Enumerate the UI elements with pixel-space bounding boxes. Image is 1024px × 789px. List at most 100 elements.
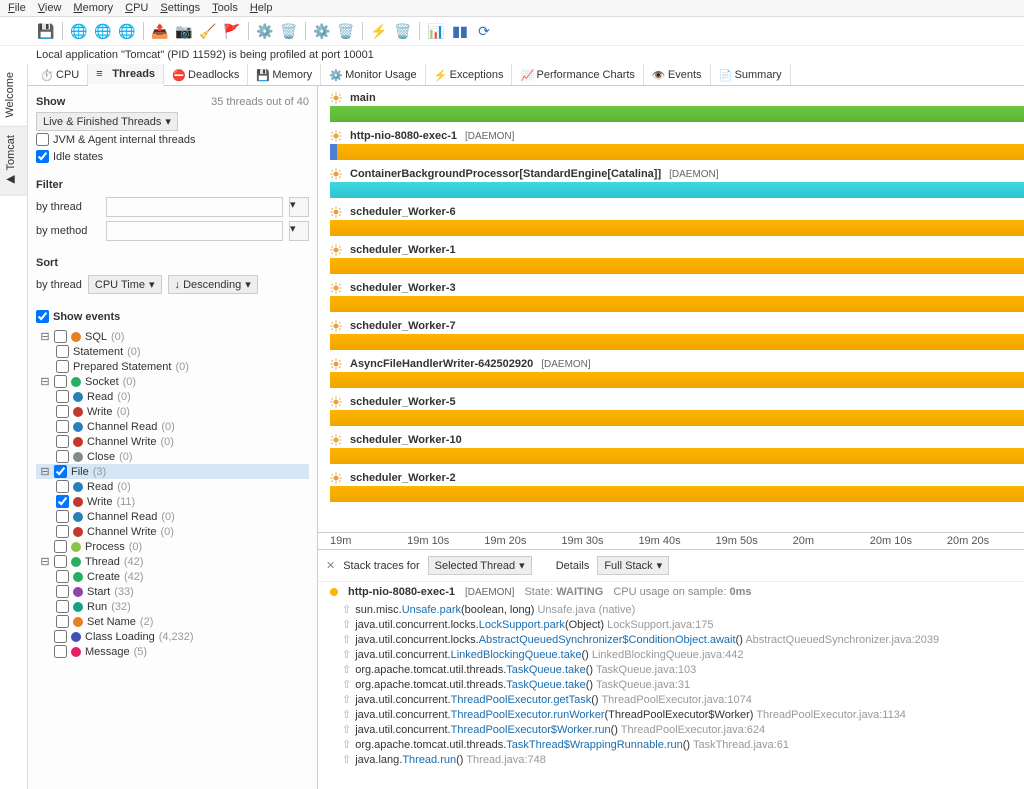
- tab-performance-charts[interactable]: 📈Performance Charts: [512, 64, 643, 85]
- menu-file[interactable]: File: [8, 2, 26, 14]
- thread-bar[interactable]: [330, 106, 1024, 122]
- thread-row[interactable]: scheduler_Worker-7: [322, 318, 1024, 350]
- thread-row[interactable]: ContainerBackgroundProcessor[StandardEng…: [322, 166, 1024, 198]
- flag-icon[interactable]: 🚩: [222, 21, 242, 41]
- thread-row[interactable]: main: [322, 90, 1024, 122]
- by-method-input[interactable]: [106, 221, 283, 241]
- trash-icon[interactable]: 🗑️: [279, 21, 299, 41]
- tree-item-message[interactable]: Message (5): [36, 644, 309, 659]
- tree-check[interactable]: [56, 510, 69, 523]
- tree-check[interactable]: [56, 615, 69, 628]
- tree-check[interactable]: [56, 450, 69, 463]
- thread-bar[interactable]: [330, 182, 1024, 198]
- tab-summary[interactable]: 📄Summary: [711, 64, 791, 85]
- by-method-dropdown[interactable]: ▾: [289, 221, 309, 241]
- tree-check[interactable]: [56, 405, 69, 418]
- tree-item-process[interactable]: Process (0): [36, 539, 309, 554]
- stack-frame[interactable]: ⇧org.apache.tomcat.util.threads.TaskThre…: [318, 737, 1024, 752]
- by-thread-dropdown[interactable]: ▾: [289, 197, 309, 217]
- thread-bar[interactable]: [330, 220, 1024, 236]
- by-thread-input[interactable]: [106, 197, 283, 217]
- menu-settings[interactable]: Settings: [160, 2, 200, 14]
- thread-bar[interactable]: [330, 486, 1024, 502]
- camera-icon[interactable]: 📷: [174, 21, 194, 41]
- thread-bar[interactable]: [330, 410, 1024, 426]
- stack-frame[interactable]: ⇧java.lang.Thread.run() Thread.java:748: [318, 752, 1024, 767]
- trash2-icon[interactable]: 🗑️: [336, 21, 356, 41]
- tree-item-sql[interactable]: ⊟SQL (0): [36, 329, 309, 344]
- gear-green-icon[interactable]: ⚙️: [255, 21, 275, 41]
- tree-check[interactable]: [56, 435, 69, 448]
- thread-row[interactable]: scheduler_Worker-6: [322, 204, 1024, 236]
- tree-item-write[interactable]: Write (0): [36, 404, 309, 419]
- close-icon[interactable]: ✕: [326, 559, 335, 572]
- tree-item-run[interactable]: Run (32): [36, 599, 309, 614]
- idle-states-check[interactable]: [36, 150, 49, 163]
- tree-check[interactable]: [54, 540, 67, 553]
- tree-check[interactable]: [54, 465, 67, 478]
- stack-frame[interactable]: ⇧sun.misc.Unsafe.park(boolean, long) Uns…: [318, 602, 1024, 617]
- clear-icon[interactable]: 🧹: [198, 21, 218, 41]
- tab-memory[interactable]: 💾Memory: [248, 64, 321, 85]
- tree-check[interactable]: [56, 585, 69, 598]
- expand-icon[interactable]: ⊟: [40, 330, 50, 343]
- thread-bar[interactable]: [330, 296, 1024, 312]
- thread-row[interactable]: scheduler_Worker-10: [322, 432, 1024, 464]
- thread-row[interactable]: scheduler_Worker-2: [322, 470, 1024, 502]
- rail-welcome[interactable]: Welcome: [0, 64, 27, 127]
- stack-frame[interactable]: ⇧java.util.concurrent.locks.LockSupport.…: [318, 617, 1024, 632]
- globe-plus-icon[interactable]: 🌐: [69, 21, 89, 41]
- thread-row[interactable]: scheduler_Worker-5: [322, 394, 1024, 426]
- tree-item-channel-read[interactable]: Channel Read (0): [36, 419, 309, 434]
- tree-check[interactable]: [54, 330, 67, 343]
- tab-exceptions[interactable]: ⚡Exceptions: [426, 64, 513, 85]
- tree-item-channel-write[interactable]: Channel Write (0): [36, 434, 309, 449]
- tree-check[interactable]: [56, 600, 69, 613]
- tree-check[interactable]: [56, 495, 69, 508]
- menu-view[interactable]: View: [38, 2, 62, 14]
- tree-check[interactable]: [54, 630, 67, 643]
- tab-threads[interactable]: ≡Threads: [88, 64, 164, 86]
- thread-bar[interactable]: [330, 144, 1024, 160]
- thread-row[interactable]: scheduler_Worker-3: [322, 280, 1024, 312]
- bolt-icon[interactable]: ⚡: [369, 21, 389, 41]
- tab-monitor-usage[interactable]: ⚙️Monitor Usage: [321, 64, 426, 85]
- jvm-threads-check[interactable]: [36, 133, 49, 146]
- tree-check[interactable]: [56, 345, 69, 358]
- sort-dir-dropdown[interactable]: ↓ Descending ▾: [168, 275, 258, 294]
- thread-bar[interactable]: [330, 334, 1024, 350]
- pause-icon[interactable]: ▮▮: [450, 21, 470, 41]
- thread-row[interactable]: http-nio-8080-exec-1[DAEMON]: [322, 128, 1024, 160]
- tree-item-thread[interactable]: ⊟Thread (42): [36, 554, 309, 569]
- tab-cpu[interactable]: ⏱️CPU: [32, 64, 88, 85]
- menu-tools[interactable]: Tools: [212, 2, 238, 14]
- tree-item-socket[interactable]: ⊟Socket (0): [36, 374, 309, 389]
- tree-item-file[interactable]: ⊟File (3): [36, 464, 309, 479]
- tree-item-channel-write[interactable]: Channel Write (0): [36, 524, 309, 539]
- gear-orange-icon[interactable]: ⚙️: [312, 21, 332, 41]
- show-events-check[interactable]: [36, 310, 49, 323]
- expand-icon[interactable]: ⊟: [40, 375, 50, 388]
- tree-check[interactable]: [56, 525, 69, 538]
- tab-deadlocks[interactable]: ⛔Deadlocks: [164, 64, 248, 85]
- globe-remove-icon[interactable]: 🌐: [117, 21, 137, 41]
- menu-help[interactable]: Help: [250, 2, 273, 14]
- thread-list[interactable]: main http-nio-8080-exec-1[DAEMON] Containe…: [318, 86, 1024, 532]
- tree-check[interactable]: [54, 555, 67, 568]
- refresh-icon[interactable]: ⟳: [474, 21, 494, 41]
- live-threads-dropdown[interactable]: Live & Finished Threads▾: [36, 112, 178, 131]
- stack-frame[interactable]: ⇧org.apache.tomcat.util.threads.TaskQueu…: [318, 677, 1024, 692]
- tree-item-close[interactable]: Close (0): [36, 449, 309, 464]
- tree-check[interactable]: [56, 420, 69, 433]
- stack-frame[interactable]: ⇧java.util.concurrent.locks.AbstractQueu…: [318, 632, 1024, 647]
- thread-bar[interactable]: [330, 258, 1024, 274]
- tree-check[interactable]: [56, 390, 69, 403]
- details-dropdown[interactable]: Full Stack ▾: [597, 556, 669, 575]
- rail-tomcat[interactable]: ▶ Tomcat: [0, 127, 27, 196]
- chart-icon[interactable]: 📊: [426, 21, 446, 41]
- tree-item-statement[interactable]: Statement (0): [36, 344, 309, 359]
- sort-metric-dropdown[interactable]: CPU Time ▾: [88, 275, 162, 294]
- stack-frame[interactable]: ⇧java.util.concurrent.ThreadPoolExecutor…: [318, 692, 1024, 707]
- menu-memory[interactable]: Memory: [73, 2, 113, 14]
- tree-check[interactable]: [54, 375, 67, 388]
